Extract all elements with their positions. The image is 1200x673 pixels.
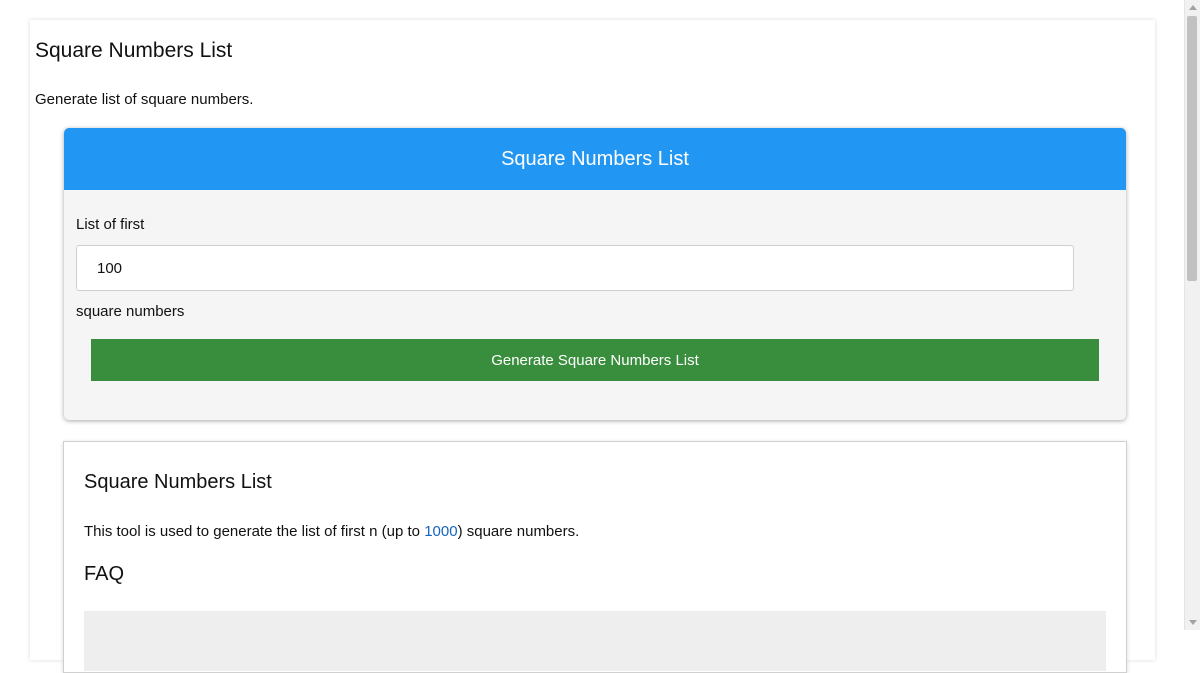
info-card: Square Numbers List This tool is used to… (63, 441, 1127, 673)
square-numbers-tool-card: Square Numbers List List of first square… (64, 128, 1126, 420)
count-input[interactable] (76, 245, 1074, 291)
faq-title: FAQ (84, 563, 125, 585)
info-text-end: ) square numbers. (457, 523, 580, 540)
vertical-scrollbar[interactable] (1184, 0, 1200, 630)
info-text-start: This tool is used to generate the list o… (84, 523, 425, 540)
page-title: Square Numbers List (35, 39, 233, 62)
info-title: Square Numbers List (84, 471, 272, 493)
count-input-suffix: square numbers (76, 303, 185, 320)
limit-link[interactable]: 1000 (424, 523, 457, 540)
scroll-up-arrow-icon[interactable] (1189, 5, 1197, 10)
main-content: Square Numbers List Generate list of squ… (30, 20, 1155, 673)
count-input-label: List of first (76, 216, 145, 233)
page-description: Generate list of square numbers. (35, 91, 254, 108)
tool-card-header: Square Numbers List (64, 128, 1126, 190)
generate-button[interactable]: Generate Square Numbers List (91, 339, 1099, 381)
faq-item[interactable] (84, 611, 1106, 671)
scroll-down-arrow-icon[interactable] (1189, 620, 1197, 625)
info-text: This tool is used to generate the list o… (84, 523, 579, 540)
scrollbar-thumb[interactable] (1187, 16, 1197, 281)
